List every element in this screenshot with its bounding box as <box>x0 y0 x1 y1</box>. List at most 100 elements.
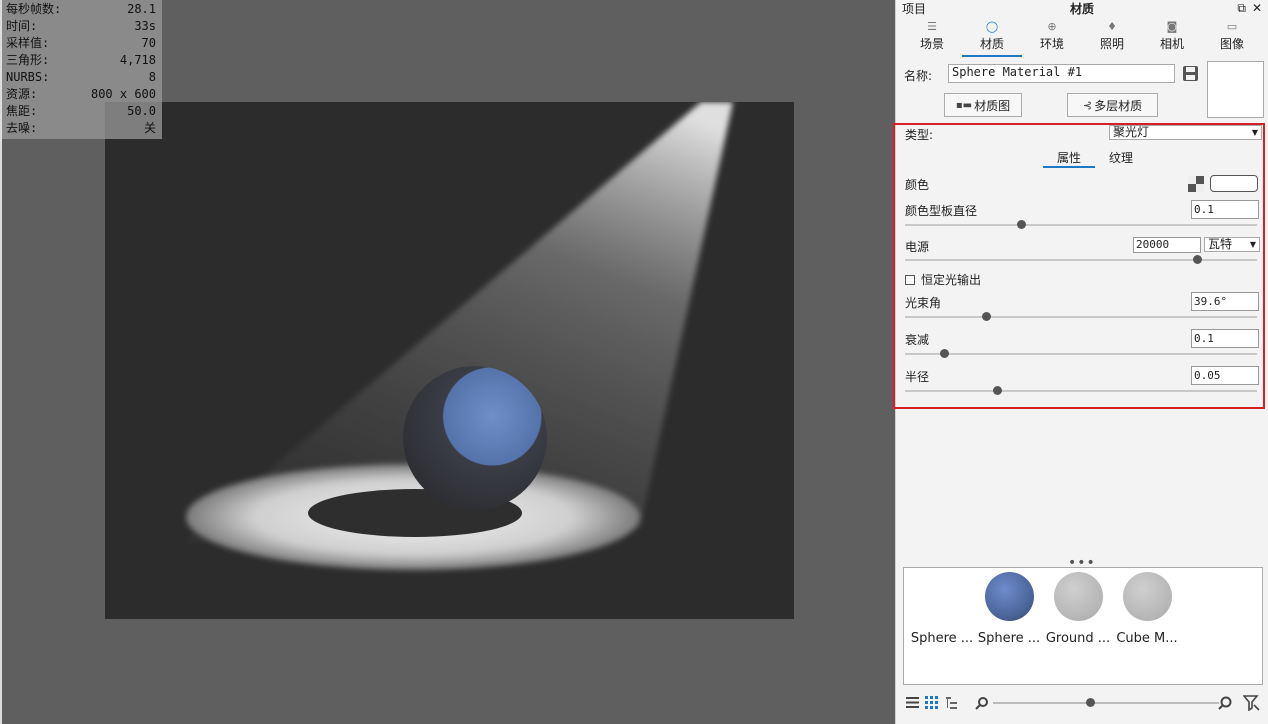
tab-globe[interactable]: ⊕ 环境 <box>1022 19 1082 57</box>
stat-label: 焦距: <box>6 104 38 118</box>
falloff-slider-thumb[interactable] <box>939 349 949 358</box>
list-view-icon[interactable] <box>906 696 919 709</box>
stat-row: 每秒帧数: 28.1 <box>6 1 156 18</box>
stat-value: 50.0 <box>127 104 156 118</box>
falloff-slider[interactable] <box>905 349 1257 358</box>
material-thumbnail <box>984 572 1034 621</box>
material-label: Ground ... <box>1045 631 1111 646</box>
chevron-down-icon: ▼ <box>1251 128 1258 137</box>
material-graph-button[interactable]: ▪▬ 材质图 <box>944 93 1022 117</box>
material-item[interactable]: Sphere ... <box>909 572 975 646</box>
stat-label: 去噪: <box>6 121 38 135</box>
filter-icon[interactable] <box>1243 695 1260 711</box>
render-image[interactable] <box>105 102 794 619</box>
panel-title: 材质 <box>1069 2 1094 16</box>
radius-label: 半径 <box>905 370 930 384</box>
power-slider[interactable] <box>905 255 1257 264</box>
beam-angle-input[interactable]: 39.6° <box>1191 292 1259 311</box>
stat-row: NURBS: 8 <box>6 69 156 86</box>
stat-value: 800 x 600 <box>90 87 156 101</box>
power-input[interactable]: 20000 <box>1133 237 1201 253</box>
grid-view-icon[interactable] <box>925 696 938 709</box>
tab-label: 场景 <box>919 37 944 51</box>
constant-output-checkbox[interactable] <box>905 274 915 285</box>
zoom-slider-thumb[interactable] <box>1086 698 1096 707</box>
list-icon: ☰ <box>927 20 937 33</box>
tab-image[interactable]: ▭ 图像 <box>1202 19 1262 57</box>
globe-icon: ⊕ <box>1047 20 1057 33</box>
diameter-slider-thumb[interactable] <box>1017 220 1027 229</box>
tree-view-icon[interactable] <box>946 697 958 709</box>
stat-label: 三角形: <box>6 53 50 67</box>
panel-titlebar: 项目 材质 ⧉ ✕ <box>896 0 1268 17</box>
project-label[interactable]: 项目 <box>902 0 926 17</box>
power-slider-thumb[interactable] <box>1193 255 1203 264</box>
material-thumbnail <box>1122 572 1172 621</box>
diameter-input[interactable]: 0.1 <box>1191 200 1259 219</box>
material-icon: ◯ <box>985 20 999 33</box>
material-name-area: 名称: Sphere Material #1 ▪▬ 材质图 ⊰ 多层材质 <box>896 61 1268 123</box>
save-icon[interactable] <box>1182 65 1199 82</box>
multilayer-material-button[interactable]: ⊰ 多层材质 <box>1067 93 1158 117</box>
radius-slider-thumb[interactable] <box>992 386 1002 395</box>
material-item[interactable]: Ground ... <box>1045 572 1111 646</box>
zoom-in-icon[interactable] <box>1218 696 1232 710</box>
chevron-down-icon: ▼ <box>1249 240 1256 249</box>
radius-input[interactable]: 0.05 <box>1191 366 1259 385</box>
material-label: Cube M... <box>1116 631 1178 646</box>
tab-texture[interactable]: 纹理 <box>1095 150 1147 168</box>
diameter-slider[interactable] <box>905 220 1257 229</box>
constant-output-label: 恒定光输出 <box>921 273 982 287</box>
material-label: Sphere ... <box>977 631 1041 646</box>
beam-angle-slider[interactable] <box>905 312 1257 321</box>
material-library: Sphere ... Sphere ... Ground ... Cube M... <box>903 567 1263 685</box>
name-label: 名称: <box>904 69 933 83</box>
material-item[interactable]: Cube M... <box>1114 572 1180 646</box>
zoom-out-icon[interactable] <box>975 696 989 710</box>
falloff-input[interactable]: 0.1 <box>1191 329 1259 348</box>
color-swatch[interactable] <box>1210 175 1258 192</box>
bulb-icon: ♦ <box>1107 20 1117 33</box>
tab-list[interactable]: ☰ 场景 <box>902 19 962 57</box>
stat-value: 70 <box>141 36 156 50</box>
tab-bulb[interactable]: ♦ 照明 <box>1082 19 1142 57</box>
stat-row: 三角形: 4,718 <box>6 52 156 69</box>
tab-label: 图像 <box>1219 37 1244 51</box>
color-label: 颜色 <box>905 178 930 192</box>
constant-output-option[interactable]: 恒定光输出 <box>905 271 981 288</box>
stat-value: 关 <box>143 121 156 135</box>
render-stats-overlay: 每秒帧数: 28.1 时间: 33s 采样值: 70 三角形: 4,718 NURBS: 8 资源:… <box>2 0 162 139</box>
stat-value: 8 <box>148 70 156 84</box>
power-unit-dropdown[interactable]: 瓦特 ▼ <box>1204 237 1260 252</box>
sphere <box>403 366 547 510</box>
checker-icon[interactable] <box>1188 176 1204 192</box>
tab-label: 照明 <box>1099 37 1124 51</box>
close-icon[interactable]: ✕ <box>1252 1 1262 16</box>
camera-icon: ◙ <box>1166 20 1178 33</box>
graph-icon: ▪▬ <box>955 99 973 111</box>
tab-attributes[interactable]: 属性 <box>1043 150 1095 168</box>
render-viewport[interactable]: 每秒帧数: 28.1 时间: 33s 采样值: 70 三角形: 4,718 NURBS: 8 资源:… <box>0 0 895 724</box>
radius-slider[interactable] <box>905 386 1257 395</box>
light-properties-section: 类型: 聚光灯 ▼ 属性 纹理 颜色 颜色型板直径 0.1 电源 20000 瓦… <box>893 123 1265 409</box>
material-thumbnail <box>1053 572 1103 621</box>
stat-value: 4,718 <box>119 53 156 67</box>
stat-value: 28.1 <box>127 2 156 16</box>
material-preview <box>1207 61 1264 118</box>
type-dropdown[interactable]: 聚光灯 ▼ <box>1109 125 1262 140</box>
restore-icon[interactable]: ⧉ <box>1237 1 1246 16</box>
stat-label: 采样值: <box>6 36 50 50</box>
material-label: Sphere ... <box>910 631 974 646</box>
stat-label: 资源: <box>6 87 38 101</box>
stat-row: 时间: 33s <box>6 18 156 35</box>
type-label: 类型: <box>905 128 934 142</box>
tab-camera[interactable]: ◙ 相机 <box>1142 19 1202 57</box>
stat-row: 焦距: 50.0 <box>6 103 156 120</box>
panel-tabs: ☰ 场景 ◯ 材质 ⊕ 环境 ♦ 照明 ◙ 相机 ▭ 图像 <box>902 19 1262 57</box>
material-item[interactable]: Sphere ... <box>976 572 1042 646</box>
material-name-input[interactable]: Sphere Material #1 <box>948 64 1175 83</box>
beam-angle-label: 光束角 <box>905 296 942 310</box>
beam-angle-slider-thumb[interactable] <box>981 312 991 321</box>
zoom-slider[interactable] <box>993 702 1219 704</box>
tab-material[interactable]: ◯ 材质 <box>962 19 1022 57</box>
